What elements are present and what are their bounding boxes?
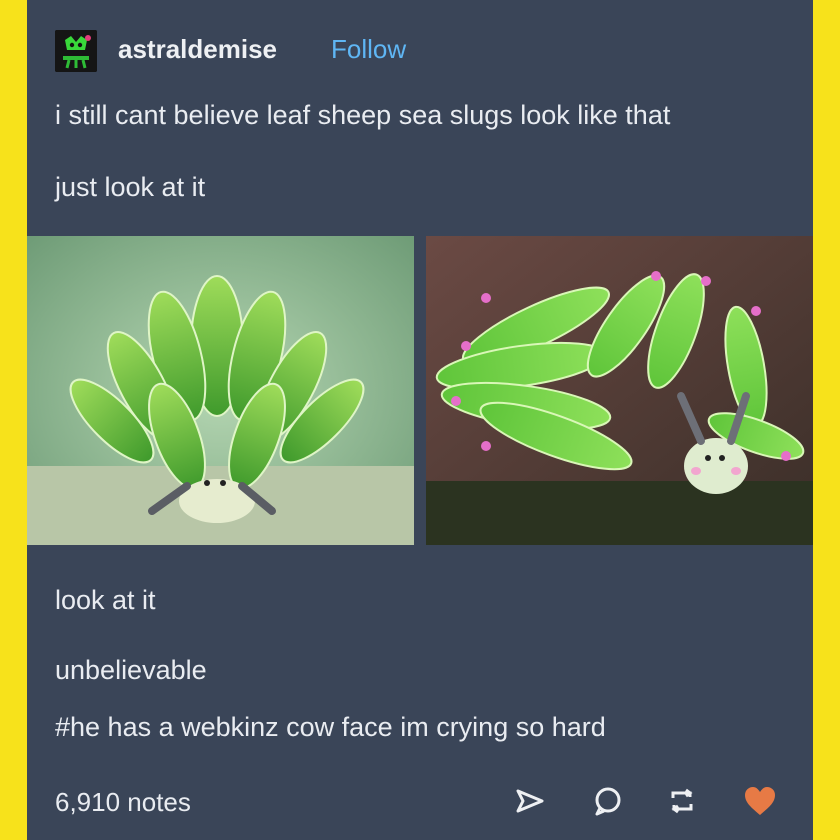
post-text-line-2: just look at it (55, 172, 206, 202)
post-text-line-1: i still cant believe leaf sheep sea slug… (55, 100, 671, 130)
reblog-icon[interactable] (665, 784, 699, 818)
photo-leaf-sheep-2[interactable] (426, 236, 813, 545)
post-text-line-4: unbelievable (55, 655, 207, 685)
send-icon[interactable] (512, 784, 546, 818)
post-tag[interactable]: #he has a webkinz cow face im crying so … (55, 712, 606, 743)
follow-button[interactable]: Follow (331, 34, 406, 65)
post-text-line-3: look at it (55, 585, 156, 615)
user-avatar[interactable] (55, 30, 97, 72)
reply-bubble-icon[interactable] (591, 784, 625, 818)
notes-count[interactable]: 6,910 notes (55, 787, 191, 818)
post-card: astraldemise Follow i still cant believe… (27, 0, 813, 840)
heart-icon[interactable] (742, 784, 776, 818)
username[interactable]: astraldemise (118, 34, 277, 65)
photo-leaf-sheep-1[interactable] (27, 236, 414, 545)
